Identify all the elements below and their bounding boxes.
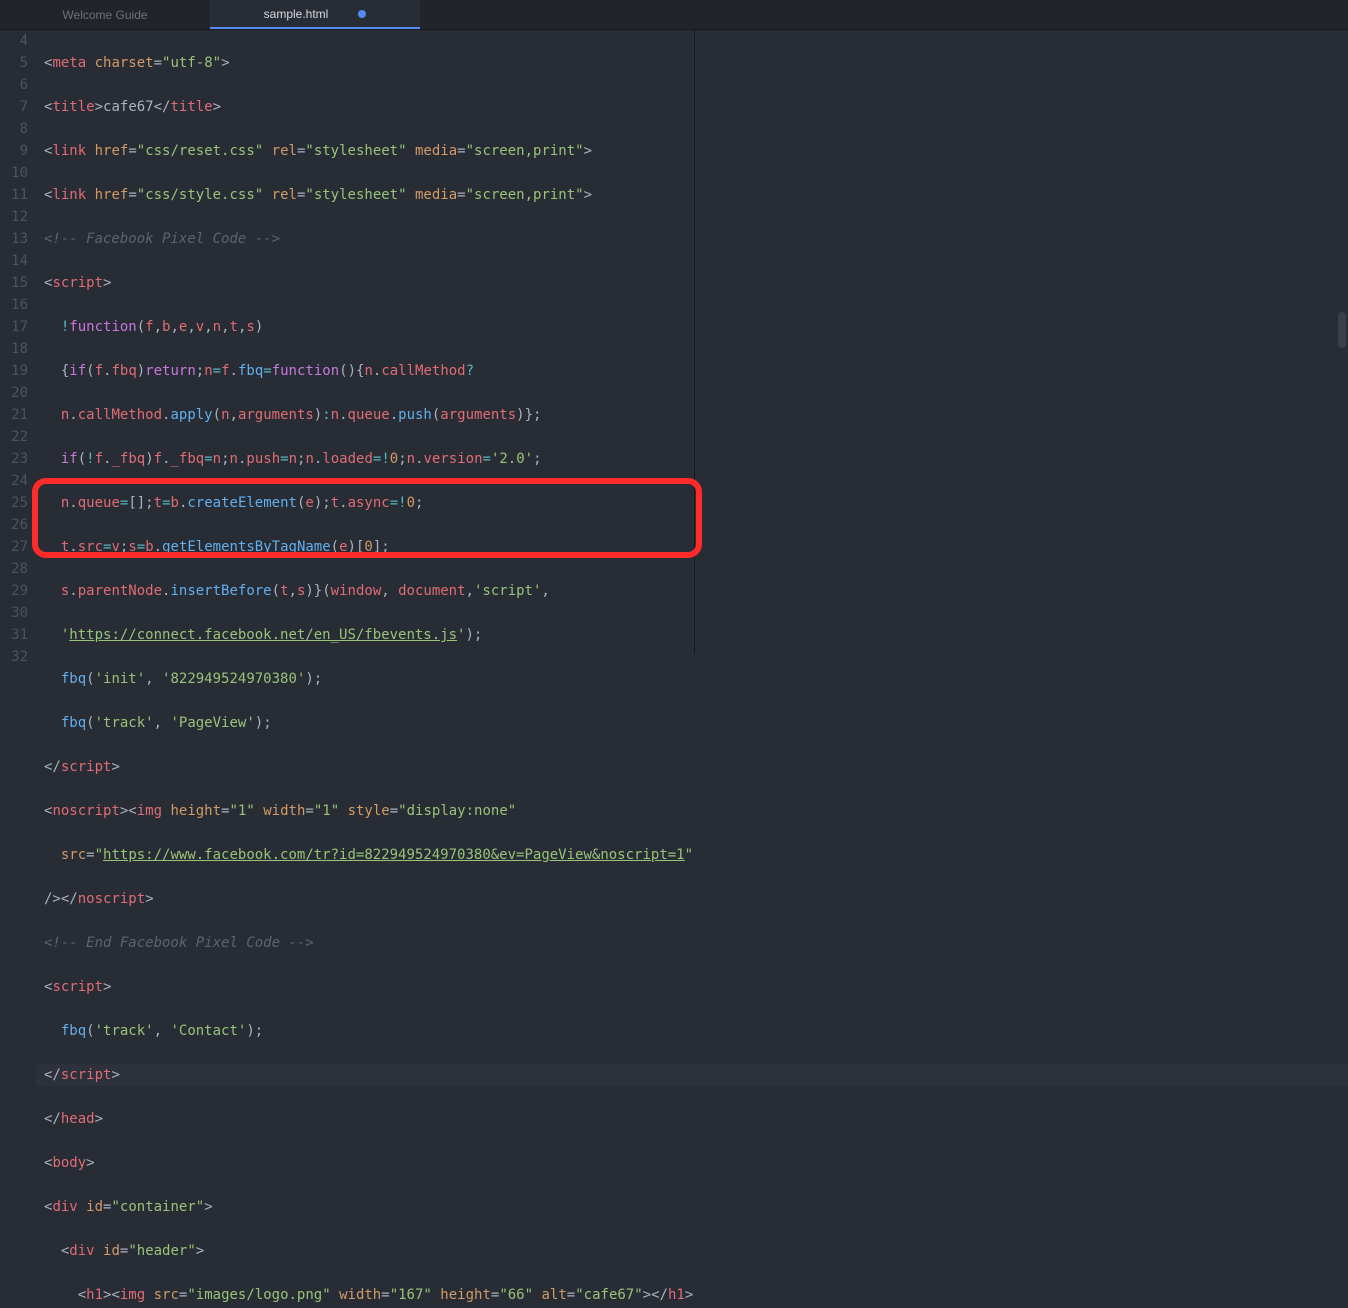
code-line: fbq('track', 'Contact'); xyxy=(36,1020,1348,1042)
code-line: /></noscript> xyxy=(36,888,1348,910)
code-line: <meta charset="utf-8"> xyxy=(36,52,1348,74)
line-number: 8 xyxy=(0,118,28,140)
code-line: <!-- End Facebook Pixel Code --> xyxy=(36,932,1348,954)
line-number: 6 xyxy=(0,74,28,96)
line-number: 22 xyxy=(0,426,28,448)
code-line: <title>cafe67</title> xyxy=(36,96,1348,118)
code-line: {if(f.fbq)return;n=f.fbq=function(){n.ca… xyxy=(36,360,1348,382)
code-line: </script> xyxy=(36,756,1348,778)
line-number: 11 xyxy=(0,184,28,206)
code-line: !function(f,b,e,v,n,t,s) xyxy=(36,316,1348,338)
line-number: 20 xyxy=(0,382,28,404)
code-line: fbq('track', 'PageView'); xyxy=(36,712,1348,734)
line-number: 31 xyxy=(0,624,28,646)
line-number: 30 xyxy=(0,602,28,624)
code-line: 'https://connect.facebook.net/en_US/fbev… xyxy=(36,624,1348,646)
line-number: 17 xyxy=(0,316,28,338)
line-number: 21 xyxy=(0,404,28,426)
line-number: 25 xyxy=(0,492,28,514)
line-number: 12 xyxy=(0,206,28,228)
code-line: t.src=v;s=b.getElementsByTagName(e)[0]; xyxy=(36,536,1348,558)
code-line: <link href="css/style.css" rel="styleshe… xyxy=(36,184,1348,206)
code-line: <div id="container"> xyxy=(36,1196,1348,1218)
modified-dot-icon xyxy=(358,10,366,18)
code-line: </script> xyxy=(36,1064,1348,1086)
code-line: fbq('init', '822949524970380'); xyxy=(36,668,1348,690)
code-line: s.parentNode.insertBefore(t,s)}(window, … xyxy=(36,580,1348,602)
tab-label: Welcome Guide xyxy=(62,8,147,22)
line-number: 4 xyxy=(0,30,28,52)
code-line: </head> xyxy=(36,1108,1348,1130)
line-number: 23 xyxy=(0,448,28,470)
line-number: 14 xyxy=(0,250,28,272)
line-number: 13 xyxy=(0,228,28,250)
minimap-marker xyxy=(1338,312,1346,348)
line-number: 29 xyxy=(0,580,28,602)
line-number: 19 xyxy=(0,360,28,382)
line-number: 7 xyxy=(0,96,28,118)
code-line: src="https://www.facebook.com/tr?id=8229… xyxy=(36,844,1348,866)
line-number: 28 xyxy=(0,558,28,580)
line-number: 27 xyxy=(0,536,28,558)
line-number: 18 xyxy=(0,338,28,360)
line-number: 15 xyxy=(0,272,28,294)
tab-sample-html[interactable]: sample.html xyxy=(210,0,420,29)
code-line: <noscript><img height="1" width="1" styl… xyxy=(36,800,1348,822)
line-number: 16 xyxy=(0,294,28,316)
pane-divider[interactable] xyxy=(694,30,695,654)
code-line: <script> xyxy=(36,272,1348,294)
code-line: <script> xyxy=(36,976,1348,998)
code-line: <!-- Facebook Pixel Code --> xyxy=(36,228,1348,250)
tab-welcome-guide[interactable]: Welcome Guide xyxy=(0,0,210,29)
line-number: 10 xyxy=(0,162,28,184)
line-number: 5 xyxy=(0,52,28,74)
code-content[interactable]: <meta charset="utf-8"> <title>cafe67</ti… xyxy=(36,30,1348,654)
line-gutter: 4 5 6 7 8 9 10 11 12 13 14 15 16 17 18 1… xyxy=(0,30,36,654)
line-number: 24 xyxy=(0,470,28,492)
tab-label: sample.html xyxy=(264,7,329,21)
code-line: n.queue=[];t=b.createElement(e);t.async=… xyxy=(36,492,1348,514)
code-line: <body> xyxy=(36,1152,1348,1174)
line-number: 26 xyxy=(0,514,28,536)
code-line: if(!f._fbq)f._fbq=n;n.push=n;n.loaded=!0… xyxy=(36,448,1348,470)
code-line: <h1><img src="images/logo.png" width="16… xyxy=(36,1284,1348,1306)
code-line: <div id="header"> xyxy=(36,1240,1348,1262)
editor-area[interactable]: 4 5 6 7 8 9 10 11 12 13 14 15 16 17 18 1… xyxy=(0,30,1348,654)
line-number: 32 xyxy=(0,646,28,668)
code-line: <link href="css/reset.css" rel="styleshe… xyxy=(36,140,1348,162)
code-line: n.callMethod.apply(n,arguments):n.queue.… xyxy=(36,404,1348,426)
tab-bar: Welcome Guide sample.html xyxy=(0,0,1348,30)
line-number: 9 xyxy=(0,140,28,162)
